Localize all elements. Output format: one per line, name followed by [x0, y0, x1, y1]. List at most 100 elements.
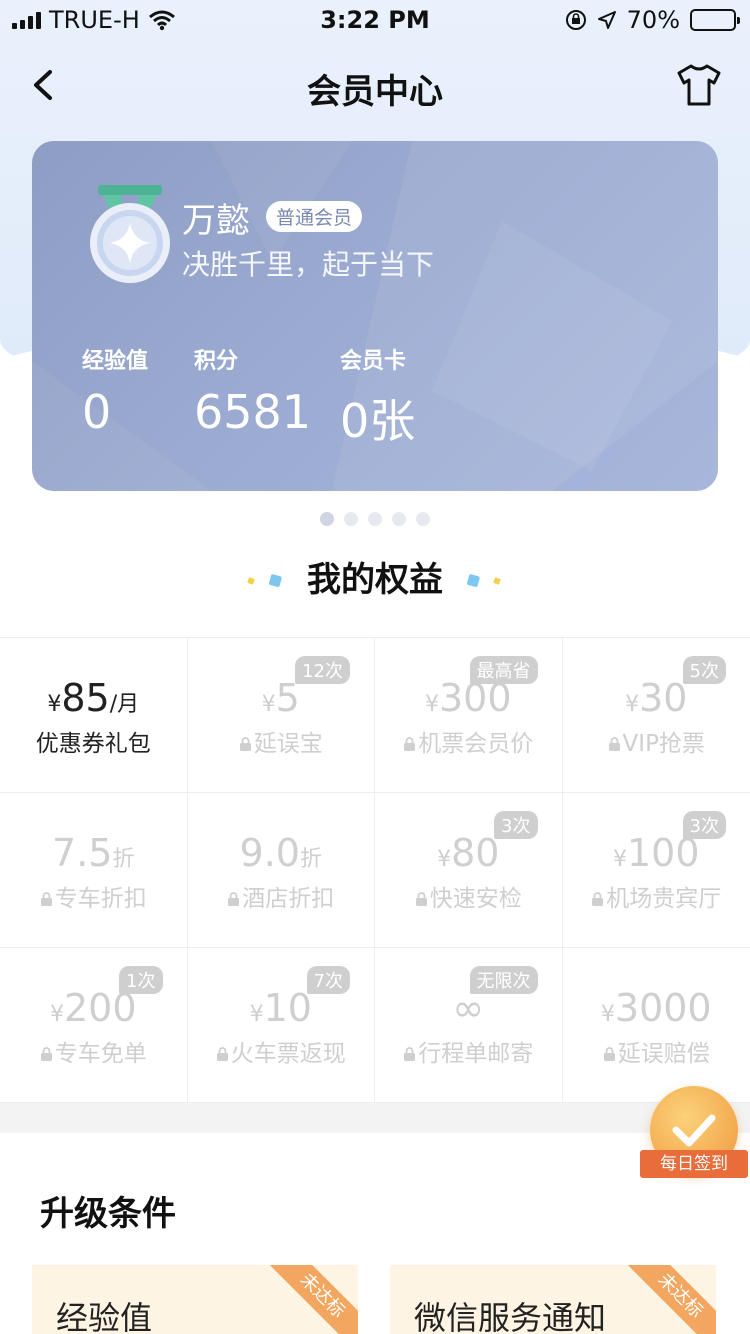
carousel-dot[interactable] [344, 512, 358, 526]
condition-label: 微信服务通知 [414, 1299, 607, 1334]
benefit-item[interactable]: 3次 ¥100 机场贵宾厅 [562, 793, 750, 948]
checkin-label: 每日签到 [640, 1150, 748, 1178]
currency-symbol: ¥ [600, 1002, 615, 1027]
benefit-amount: 85 [61, 676, 110, 720]
benefit-label-row: VIP抢票 [563, 724, 750, 758]
condition-card-wechat[interactable]: 微信服务通知 未达标 [390, 1265, 716, 1334]
benefit-item[interactable]: 9.0折酒店折扣 [187, 793, 375, 948]
location-arrow-icon [597, 11, 616, 29]
carousel-indicator [0, 512, 750, 526]
benefit-label: 延误赔偿 [617, 1041, 710, 1067]
benefit-label: 火车票返现 [230, 1041, 346, 1067]
decoration-left-icon [247, 574, 282, 587]
benefit-value: ¥100 [563, 831, 750, 875]
benefit-item[interactable]: 3次 ¥80 快速安检 [375, 793, 563, 948]
stat-points[interactable]: 积分 6581 [194, 343, 311, 439]
lock-icon [603, 1041, 618, 1067]
benefit-label: 延误宝 [253, 731, 323, 757]
lock-icon [608, 731, 623, 757]
carousel-dot[interactable] [392, 512, 406, 526]
benefit-label: 机票会员价 [418, 731, 534, 757]
benefit-item[interactable]: 7次 ¥10 火车票返现 [187, 948, 375, 1103]
benefit-amount: ∞ [452, 986, 485, 1030]
benefit-amount: 3000 [614, 986, 712, 1030]
benefit-label: 机场贵宾厅 [606, 886, 722, 912]
benefit-label-row: 行程单邮寄 [375, 1034, 562, 1068]
condition-card-experience[interactable]: 经验值 未达标 [32, 1265, 358, 1334]
benefits-grid: ¥85/月 优惠券礼包 12次 ¥5 延误宝 最高省 ¥300 机票会员价 5次 ¥30 VIP抢票… [0, 637, 750, 1103]
benefit-amount: 200 [63, 986, 137, 1030]
lock-icon [216, 1041, 231, 1067]
benefit-value: ¥3000 [563, 986, 750, 1030]
benefit-label: 专车免单 [54, 1041, 147, 1067]
benefit-unit: 折 [112, 847, 135, 872]
benefit-item[interactable]: 12次 ¥5 延误宝 [187, 638, 375, 793]
benefit-unit: /月 [109, 692, 140, 717]
currency-symbol: ¥ [261, 692, 276, 717]
benefit-item[interactable]: 7.5折专车折扣 [0, 793, 188, 948]
benefit-amount: 80 [451, 831, 500, 875]
benefit-unit: 折 [299, 847, 322, 872]
battery-icon [690, 9, 740, 31]
benefit-item[interactable]: 1次 ¥200 专车免单 [0, 948, 188, 1103]
benefit-item[interactable]: 5次 ¥30 VIP抢票 [562, 638, 750, 793]
page-title: 会员中心 [307, 72, 443, 112]
medal-icon [90, 185, 170, 283]
condition-label: 经验值 [56, 1299, 153, 1334]
benefit-amount: 100 [626, 831, 700, 875]
lock-icon [239, 731, 254, 757]
benefit-value: ¥200 [0, 986, 187, 1030]
lock-icon [415, 886, 430, 912]
stat-member-cards[interactable]: 会员卡 0张 [340, 343, 415, 451]
tshirt-icon[interactable] [674, 60, 724, 110]
member-card[interactable]: 万懿 普通会员 决胜千里，起于当下 经验值 0 积分 6581 会员卡 0张 [32, 141, 718, 491]
benefit-value: ¥10 [188, 986, 375, 1030]
carousel-dot[interactable] [320, 512, 334, 526]
benefit-label: 专车折扣 [54, 886, 147, 912]
benefit-label: VIP抢票 [622, 731, 705, 757]
stat-label: 经验值 [82, 349, 149, 374]
benefit-label-row: 专车免单 [0, 1034, 187, 1068]
benefit-amount: 9.0 [239, 831, 300, 875]
benefit-label: 酒店折扣 [242, 886, 335, 912]
benefit-label-row: 优惠券礼包 [0, 724, 187, 758]
currency-symbol: ¥ [612, 847, 627, 872]
card-slogan: 决胜千里，起于当下 [182, 248, 435, 281]
currency-symbol: ¥ [249, 1002, 264, 1027]
currency-symbol: ¥ [47, 692, 62, 717]
stat-experience[interactable]: 经验值 0 [82, 343, 148, 439]
benefit-item[interactable]: ¥3000 延误赔偿 [562, 948, 750, 1103]
carousel-dot[interactable] [368, 512, 382, 526]
benefit-label-row: 延误宝 [188, 724, 375, 758]
daily-checkin-button[interactable]: 每日签到 [636, 1086, 750, 1186]
benefit-value: ∞ [375, 986, 562, 1030]
battery-percent: 70% [626, 6, 680, 34]
benefit-value: 7.5折 [0, 831, 187, 875]
benefit-item[interactable]: ¥85/月优惠券礼包 [0, 638, 188, 793]
benefit-value: ¥80 [375, 831, 562, 875]
benefit-item[interactable]: 最高省 ¥300 机票会员价 [375, 638, 563, 793]
currency-symbol: ¥ [437, 847, 452, 872]
benefit-amount: 10 [263, 986, 312, 1030]
upgrade-title: 升级条件 [40, 1194, 176, 1234]
benefit-item[interactable]: 无限次 ∞ 行程单邮寄 [375, 948, 563, 1103]
decoration-right-icon [467, 574, 501, 587]
condition-status-ribbon: 未达标 [619, 1265, 716, 1334]
status-right: 70% [565, 6, 740, 34]
lock-icon [403, 731, 418, 757]
benefit-label-row: 酒店折扣 [188, 879, 375, 913]
benefit-value: ¥30 [563, 676, 750, 720]
benefit-value: ¥300 [375, 676, 562, 720]
benefit-amount: 5 [275, 676, 300, 720]
benefit-label-row: 机票会员价 [375, 724, 562, 758]
lock-icon [40, 1041, 55, 1067]
benefit-value: 9.0折 [188, 831, 375, 875]
benefit-value: ¥85/月 [0, 676, 187, 720]
stat-label: 积分 [194, 349, 239, 374]
lock-icon [227, 886, 242, 912]
currency-symbol: ¥ [424, 692, 439, 717]
benefit-label-row: 快速安检 [375, 879, 562, 913]
benefit-amount: 7.5 [52, 831, 113, 875]
stat-value: 0 [82, 385, 112, 439]
carousel-dot[interactable] [416, 512, 430, 526]
